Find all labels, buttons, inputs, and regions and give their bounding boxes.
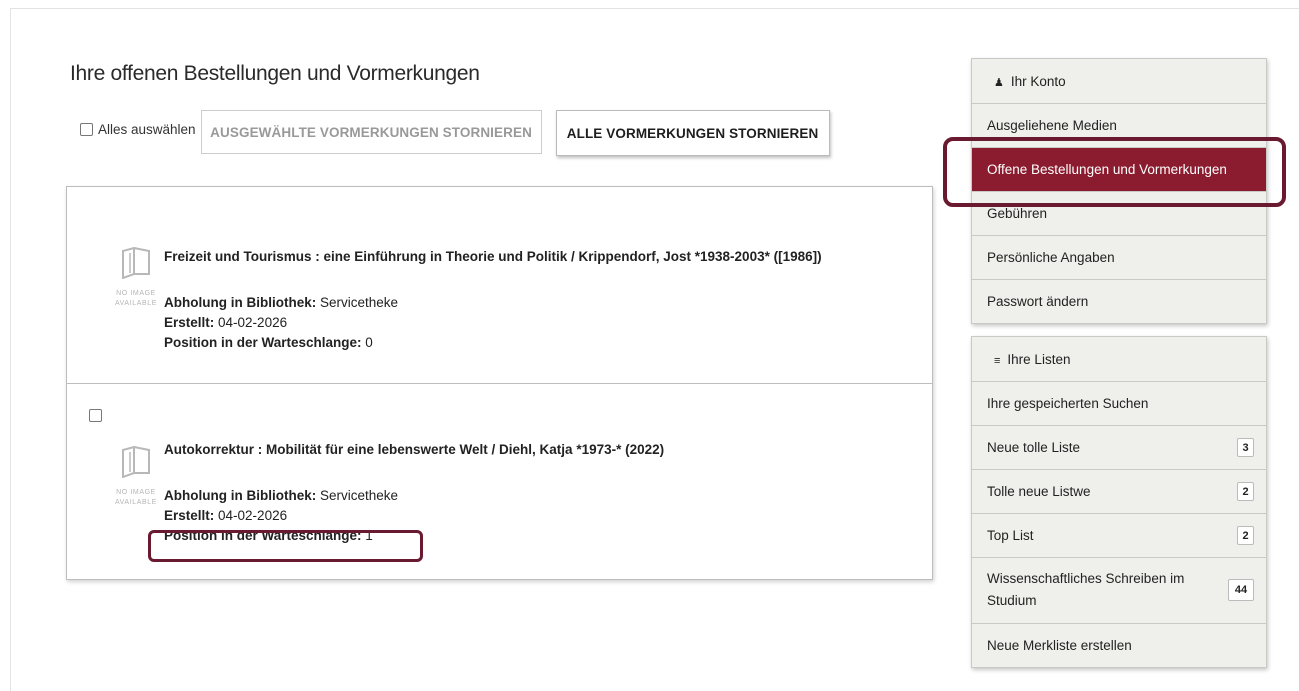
list-icon: ≡ [994,354,1001,367]
no-image-text: NO IMAGE [116,489,156,496]
order-info: Freizeit und Tourismus : eine Einführung… [164,249,822,353]
pickup-label: Abholung in Bibliothek: [164,295,317,310]
list-count-badge: 3 [1237,438,1254,457]
order-select-checkbox[interactable] [89,409,102,422]
list-count-badge: 2 [1237,526,1254,545]
order-toolbar: Alles auswählen Ausgewählte Vormerkungen… [80,110,830,160]
queue-position-field: Position in der Warteschlange: 0 [164,333,822,353]
list-count-badge: 44 [1228,578,1254,601]
cancel-selected-button[interactable]: Ausgewählte Vormerkungen stornieren [200,110,542,154]
pickup-field: Abholung in Bibliothek: Servicetheke [164,486,664,506]
created-field: Erstellt: 04-02-2026 [164,506,664,526]
pickup-label: Abholung in Bibliothek: [164,488,317,503]
created-field: Erstellt: 04-02-2026 [164,313,822,333]
menu-item-label: Ausgeliehene Medien [987,118,1117,133]
queue-position-value: 0 [365,335,373,350]
lists-menu-item-new-list[interactable]: Neue Merkliste erstellen [972,623,1266,667]
no-image-cover: NO IMAGE AVAILABLE [105,446,167,518]
menu-item-label: Tolle neue Listwe [987,484,1091,499]
account-menu-item-personal-data[interactable]: Persönliche Angaben [972,235,1266,279]
book-placeholder-icon [122,247,150,279]
account-menu-title: Ihr Konto [1010,73,1066,89]
lists-menu-item-list[interactable]: Top List 2 [972,513,1266,557]
menu-item-label: Persönliche Angaben [987,250,1115,265]
cancel-all-button[interactable]: Alle Vormerkungen stornieren [555,110,830,156]
pickup-field: Abholung in Bibliothek: Servicetheke [164,293,822,313]
menu-item-label: Passwort ändern [987,294,1089,309]
no-image-cover: NO IMAGE AVAILABLE [105,247,167,319]
no-image-text: NO IMAGE [116,290,156,297]
order-item: NO IMAGE AVAILABLE Freizeit und Tourismu… [67,187,932,384]
created-value: 04-02-2026 [218,315,288,330]
lists-menu-title: Ihre Listen [1007,351,1071,367]
lists-menu-item-list[interactable]: Neue tolle Liste 3 [972,425,1266,469]
active-menu-highlight [943,137,1286,207]
available-text: AVAILABLE [114,300,158,307]
available-text: AVAILABLE [114,499,158,506]
created-label: Erstellt: [164,508,215,523]
list-count-badge: 2 [1237,482,1254,501]
account-menu-item-change-password[interactable]: Passwort ändern [972,279,1266,323]
select-all-control[interactable]: Alles auswählen [80,110,196,148]
account-menu-header: ♟ Ihr Konto [972,59,1266,103]
lists-menu: ≡ Ihre Listen Ihre gespeicherten Suchen N… [971,336,1267,668]
queue-position-highlight [148,530,423,562]
menu-item-label: Wissenschaftliches Schreiben im Studium [987,570,1185,608]
order-title[interactable]: Autokorrektur : Mobilität für eine leben… [164,442,664,486]
orders-list: NO IMAGE AVAILABLE Freizeit und Tourismu… [66,186,933,580]
menu-item-label: Neue Merkliste erstellen [987,638,1132,653]
menu-item-label: Ihre gespeicherten Suchen [987,396,1149,411]
queue-position-label: Position in der Warteschlange: [164,335,362,350]
pickup-value: Servicetheke [320,488,399,503]
book-placeholder-icon [122,446,150,478]
menu-item-label: Top List [987,528,1034,543]
created-label: Erstellt: [164,315,215,330]
lists-menu-item-list[interactable]: Wissenschaftliches Schreiben im Studium 4… [972,557,1266,623]
lists-menu-item-saved-searches[interactable]: Ihre gespeicherten Suchen [972,381,1266,425]
menu-item-label: Gebühren [987,206,1048,221]
user-icon: ♟ [994,76,1004,89]
created-value: 04-02-2026 [218,508,288,523]
lists-menu-header: ≡ Ihre Listen [972,337,1266,381]
select-all-label: Alles auswählen [98,121,196,137]
page-title: Ihre offenen Bestellungen und Vormerkung… [70,62,480,85]
pickup-value: Servicetheke [320,295,399,310]
lists-menu-item-list[interactable]: Tolle neue Listwe 2 [972,469,1266,513]
order-title[interactable]: Freizeit und Tourismus : eine Einführung… [164,249,822,293]
select-all-checkbox[interactable] [80,122,93,136]
menu-item-label: Neue tolle Liste [987,440,1081,455]
